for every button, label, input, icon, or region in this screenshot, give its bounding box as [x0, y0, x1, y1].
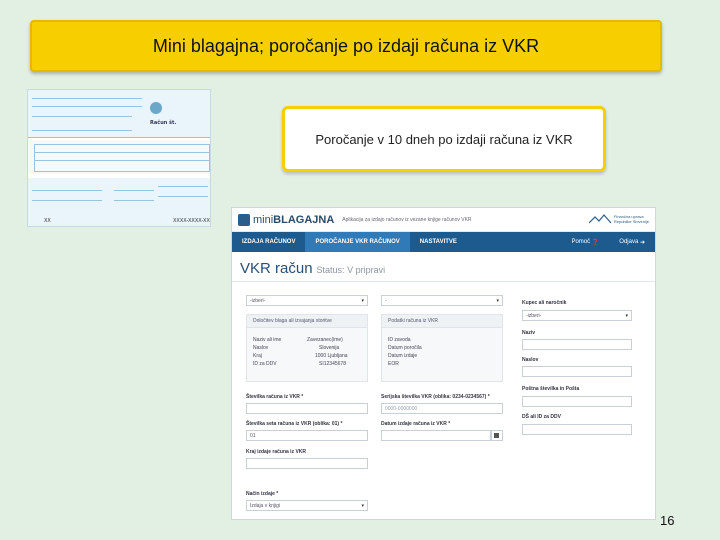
invoice-data-label: ID zavoda [388, 337, 411, 343]
set-no-label: Številka seta računa iz VKR (oblika: 01)… [246, 421, 343, 427]
invoice-line [32, 98, 142, 99]
invoice-code-right: XXXX-XXXX-XX [173, 218, 210, 224]
agency-logo: Finančna uprava Republike Slovenije [588, 214, 649, 224]
main-nav: IZDAJA RAČUNOV POROČANJE VKR RAČUNOV NAS… [232, 232, 655, 252]
buyer-select-value: -izberi- [526, 313, 542, 319]
page-status: Status: V pripravi [316, 265, 386, 275]
slide-subtitle-box: Poročanje v 10 dneh po izdaji računa iz … [282, 106, 606, 172]
invoice-no-label: Številka računa iz VKR * [246, 394, 304, 400]
mini-blagajna-app: miniBLAGAJNA Aplikacija za izdajo računo… [231, 207, 656, 520]
buyer-tax-label: DŠ ali ID za DDV [522, 414, 561, 420]
seller-label: ID za DDV [253, 361, 277, 367]
seller-value: SI12345678 [319, 361, 346, 367]
nav-item-izdaja[interactable]: IZDAJA RAČUNOV [232, 232, 305, 252]
buyer-label: Kupec ali naročnik [522, 300, 567, 306]
seller-panel: Določitev blaga ali izvajanja storitve N… [246, 314, 368, 382]
place-label: Kraj izdaje računa iz VKR [246, 449, 307, 455]
seller-value: Zavezanec(ime) [307, 337, 343, 343]
seller-value: 1000 Ljubljana [315, 353, 348, 359]
buyer-name-field[interactable] [522, 339, 632, 350]
buyer-address-label: Naslov [522, 357, 539, 363]
calendar-button[interactable] [491, 430, 503, 441]
chevron-down-icon: ▾ [361, 503, 364, 509]
invoice-no-field[interactable] [246, 403, 368, 414]
buyer-address-field[interactable] [522, 366, 632, 377]
invoice-line [32, 200, 102, 201]
invoice-line [34, 160, 210, 161]
chevron-down-icon: ▾ [496, 298, 499, 304]
chevron-down-icon: ▾ [361, 298, 364, 304]
invoice-line [114, 200, 154, 201]
mountain-icon [588, 214, 611, 224]
set-no-field[interactable]: 01 [246, 430, 368, 441]
invoice-line [34, 152, 210, 153]
buyer-tax-field[interactable] [522, 424, 632, 435]
calendar-icon [494, 433, 499, 438]
seller-label: Kraj [253, 353, 262, 359]
seller-label: Naziv ali ime [253, 337, 282, 343]
invoice-code-left: XX [44, 218, 51, 224]
serial-field[interactable]: 0000-0000000 [381, 403, 503, 414]
chevron-down-icon: ▾ [625, 313, 628, 319]
logout-icon: ➜ [639, 239, 645, 246]
nav-right: Pomoč ❓ Odjava ➜ [561, 232, 655, 252]
date-label: Datum izdaje računa iz VKR * [381, 421, 451, 427]
invoice-data-label: Datum poročila [388, 345, 422, 351]
set-no-value: 01 [250, 433, 256, 439]
help-icon: ❓ [591, 239, 600, 246]
app-header: miniBLAGAJNA Aplikacija za izdajo računo… [232, 208, 655, 232]
middle-select[interactable]: - ▾ [381, 295, 503, 306]
nav-item-porocanje[interactable]: POROČANJE VKR RAČUNOV [305, 232, 410, 252]
buyer-postal-label: Poštna številka in Pošta [522, 386, 580, 392]
logout-link[interactable]: Odjava ➜ [609, 232, 655, 252]
buyer-select[interactable]: -izberi- ▾ [522, 310, 632, 321]
help-label: Pomoč [571, 239, 591, 245]
method-select[interactable]: Izdaja v knjigi ▾ [246, 500, 368, 511]
invoice-line [158, 186, 208, 187]
logo-main: BLAGAJNA [273, 213, 335, 226]
invoice-data-panel: Podatki računa iz VKR ID zavoda Datum po… [381, 314, 503, 382]
serial-label: Serijska številka VKR (oblika: 0234-0234… [381, 394, 490, 400]
seller-panel-header: Določitev blaga ali izvajanja storitve [247, 315, 367, 328]
seller-value: Slovenija [319, 345, 340, 351]
method-value: Izdaja v knjigi [250, 503, 281, 509]
slide-subtitle: Poročanje v 10 dneh po izdaji računa iz … [315, 131, 573, 147]
invoice-data-label: Datum izdaje [388, 353, 418, 359]
invoice-line [158, 196, 208, 197]
buyer-name-label: Naziv [522, 330, 536, 336]
invoice-stamp-icon [150, 102, 162, 114]
left-select[interactable]: -izberi- ▾ [246, 295, 368, 306]
agency-name: Finančna uprava Republike Slovenije [614, 214, 649, 224]
invoice-heading: Račun št. [150, 120, 177, 126]
place-field[interactable] [246, 458, 368, 469]
app-logo[interactable]: miniBLAGAJNA [253, 214, 334, 226]
method-label: Način izdaje * [246, 491, 279, 497]
page-head: VKR račun Status: V pripravi [232, 252, 655, 282]
page-number: 16 [660, 513, 675, 528]
invoice-data-header: Podatki računa iz VKR [382, 315, 502, 328]
logo-prefix: mini [253, 213, 274, 226]
invoice-line [32, 130, 132, 131]
logo-icon [238, 213, 250, 226]
left-select-value: -izberi- [250, 298, 266, 304]
invoice-thumbnail: Račun št. XX XXXX-XXXX-XX [27, 89, 211, 227]
middle-select-value: - [385, 298, 387, 304]
invoice-item-grid [34, 144, 210, 172]
date-field[interactable] [381, 430, 491, 441]
buyer-postal-field[interactable] [522, 396, 632, 407]
nav-item-nastavitve[interactable]: NASTAVITVE [410, 232, 467, 252]
help-link[interactable]: Pomoč ❓ [561, 232, 609, 252]
seller-label: Naslov [253, 345, 269, 351]
serial-placeholder: 0000-0000000 [385, 406, 418, 412]
invoice-line [32, 116, 132, 117]
agency-name-line: Republike Slovenije [613, 219, 649, 224]
invoice-line [32, 106, 142, 107]
invoice-data-label: EOR [388, 361, 399, 367]
invoice-line [32, 190, 102, 191]
slide-title: Mini blagajna; poročanje po izdaji račun… [30, 20, 662, 72]
invoice-line [114, 190, 154, 191]
app-subtitle: Aplikacija za izdajo računov iz vezane k… [342, 216, 472, 223]
logout-label: Odjava [619, 239, 639, 245]
page-title: VKR račun [240, 260, 313, 277]
